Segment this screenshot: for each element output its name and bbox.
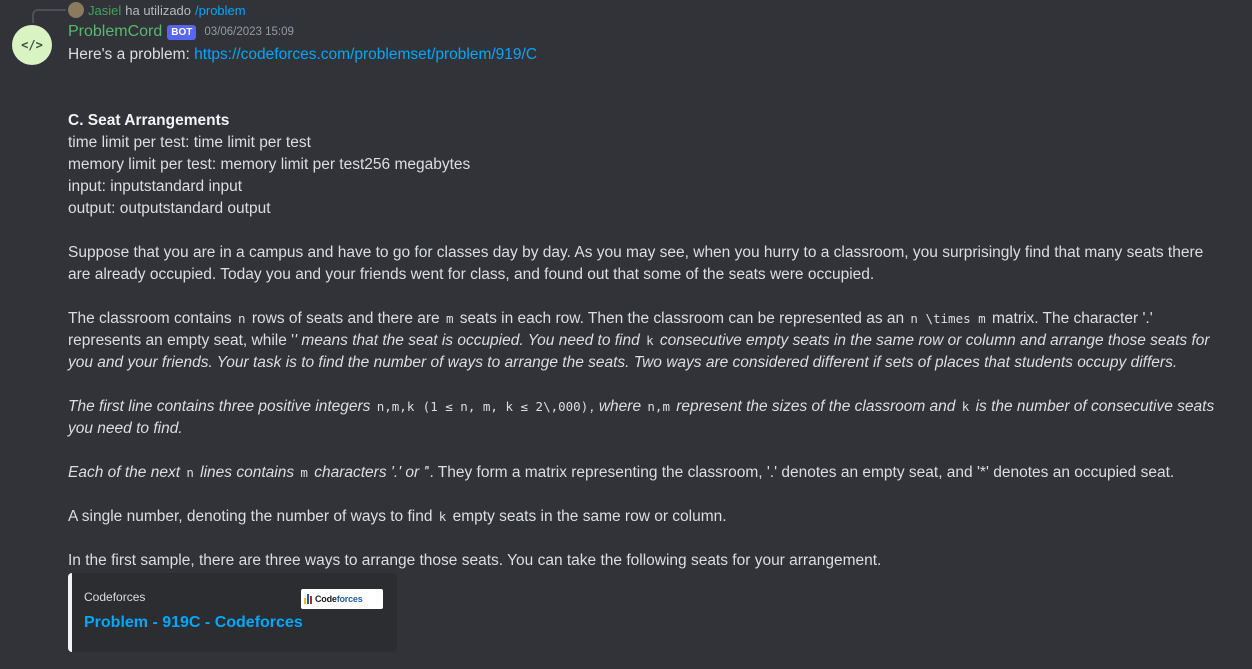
logo-wordmark: Codeforces [315, 594, 363, 604]
p2-text: seats in each row. Then the classroom ca… [455, 310, 909, 327]
link-embed: Codeforces Problem - 919C - Codeforces C… [68, 573, 397, 652]
logo-text-code: Code [315, 594, 337, 604]
p2-text-italic: ' means that the seat is occupied. You n… [294, 332, 645, 349]
p3-code-nm: n,m [647, 399, 670, 414]
p3-code-k: k [961, 399, 970, 414]
p2-text: The classroom contains [68, 310, 236, 327]
meta-memory: memory limit per test: memory limit per … [68, 156, 471, 173]
message-content: Here's a problem: https://codeforces.com… [68, 44, 1218, 572]
message-header: ProblemCord BOT 03/06/2023 15:09 [68, 23, 294, 41]
p3-text: represent the sizes of the classroom and [671, 398, 960, 415]
p5-code-k: k [438, 509, 447, 524]
p2-code-n: n [238, 311, 246, 326]
statement-paragraph-4: Each of the next n lines contains m char… [68, 462, 1218, 484]
reply-connector [32, 9, 66, 23]
message-timestamp[interactable]: 03/06/2023 15:09 [204, 26, 294, 38]
meta-output: output: outputstandard output [68, 200, 271, 217]
statement-paragraph-1: Suppose that you are in a campus and hav… [68, 244, 1204, 283]
reply-command[interactable]: /problem [195, 3, 246, 18]
p4-code-m: m [300, 465, 308, 480]
statement-paragraph-6: In the first sample, there are three way… [68, 552, 882, 569]
meta-input: input: inputstandard input [68, 178, 243, 195]
p2-text: rows of seats and there are [247, 310, 444, 327]
logo-text-forces: forces [336, 594, 363, 604]
p3-code-constraint: (1 ≤ n, m, k ≤ 2\,000) [422, 399, 589, 414]
statement-paragraph-5: A single number, denoting the number of … [68, 506, 1218, 528]
statement-paragraph-2: The classroom contains n rows of seats a… [68, 308, 1218, 374]
intro-text: Here's a problem: [68, 46, 195, 63]
reply-reference[interactable]: Jasiel ha utilizado /problem [68, 1, 246, 19]
bar-chart-icon [304, 594, 312, 604]
author-username[interactable]: ProblemCord [68, 23, 162, 41]
p2-code-matrix: n \times m [910, 311, 986, 326]
p4-text: characters '.' or ' [309, 464, 427, 481]
p4-text: lines contains [195, 464, 299, 481]
problem-title: C. Seat Arrangements [68, 112, 230, 129]
p2-code-m: m [445, 311, 454, 326]
intro-line: Here's a problem: https://codeforces.com… [68, 44, 1218, 66]
author-avatar[interactable]: </> [12, 25, 52, 65]
p3-text: The first line contains three positive i… [68, 398, 375, 415]
p5-text: A single number, denoting the number of … [68, 508, 437, 525]
reply-username[interactable]: Jasiel [88, 3, 121, 18]
embed-provider[interactable]: Codeforces [84, 590, 145, 604]
p4-text: '. They form a matrix representing the c… [426, 464, 1175, 481]
statement-paragraph-3: The first line contains three positive i… [68, 396, 1218, 440]
meta-time: time limit per test: time limit per test [68, 134, 311, 151]
p4-text: Each of the next [68, 464, 185, 481]
reply-avatar[interactable] [68, 2, 84, 18]
p5-text: empty seats in the same row or column. [448, 508, 727, 525]
p2-code-k: k [646, 333, 654, 348]
code-icon: </> [21, 38, 43, 52]
problem-link[interactable]: https://codeforces.com/problemset/proble… [194, 46, 537, 63]
p4-code-n: n [186, 465, 194, 480]
embed-title-link[interactable]: Problem - 919C - Codeforces [84, 614, 303, 632]
p3-code-nmk: n,m,k [376, 399, 415, 414]
codeforces-logo[interactable]: Codeforces [301, 589, 383, 609]
reply-action: ha utilizado [125, 2, 192, 18]
bot-badge: BOT [167, 24, 197, 40]
p3-text: , where [590, 398, 646, 415]
